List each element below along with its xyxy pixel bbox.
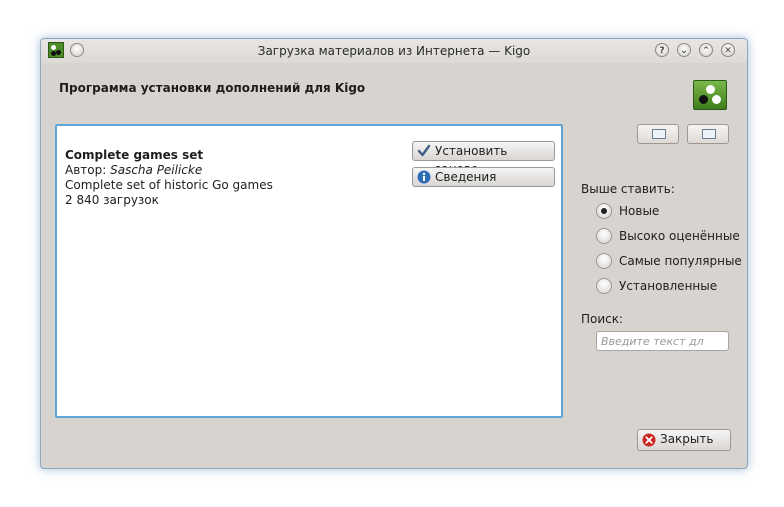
item-title: Complete games set [65, 148, 204, 162]
details-button[interactable]: Сведения [412, 167, 555, 187]
radio-button[interactable] [596, 228, 612, 244]
sort-option-label: Высоко оценённые [619, 229, 740, 243]
radio-button[interactable] [596, 253, 612, 269]
item-author-label: Автор: [65, 163, 111, 177]
items-list[interactable]: Complete games set Автор: Sascha Peilick… [55, 124, 563, 418]
sort-option-label: Установленные [619, 279, 718, 293]
grid-view-icon [702, 129, 716, 139]
sort-option-label: Новые [619, 204, 660, 218]
window-title: Загрузка материалов из Интернета — Kigo [257, 44, 531, 58]
close-window-button[interactable]: ✕ [721, 43, 735, 57]
help-button[interactable]: ? [655, 43, 669, 57]
sort-label: Выше ставить: [581, 182, 675, 196]
search-label: Поиск: [581, 312, 624, 326]
radio-button[interactable] [596, 203, 612, 219]
maximize-button[interactable]: ⌃ [699, 43, 713, 57]
close-label: Закрыть [660, 432, 714, 446]
list-view-icon [652, 129, 666, 139]
close-button[interactable]: Закрыть [637, 429, 731, 451]
item-author: Автор: Sascha Peilicke [65, 163, 202, 177]
minimize-button[interactable]: ⌄ [677, 43, 691, 57]
item-author-name: Sascha Peilicke [110, 163, 203, 177]
detailed-view-button[interactable] [637, 124, 679, 144]
info-icon [417, 170, 431, 184]
title-bar: Загрузка материалов из Интернета — Kigo … [41, 39, 747, 63]
sort-option-label: Самые популярные [619, 254, 742, 268]
reinstall-button[interactable]: Установить заново [412, 141, 555, 176]
close-icon [642, 433, 656, 447]
dialog-heading: Программа установки дополнений для Kigo [59, 81, 366, 95]
details-label: Сведения [435, 170, 497, 184]
checkmark-icon [417, 144, 431, 157]
search-input[interactable] [596, 331, 729, 351]
item-downloads: 2 840 загрузок [65, 193, 159, 207]
icon-view-button[interactable] [687, 124, 729, 144]
kigo-logo-icon [693, 80, 727, 110]
item-description: Complete set of historic Go games [65, 178, 273, 192]
radio-button[interactable] [596, 278, 612, 294]
ghns-dialog-window: Загрузка материалов из Интернета — Kigo … [40, 38, 748, 469]
